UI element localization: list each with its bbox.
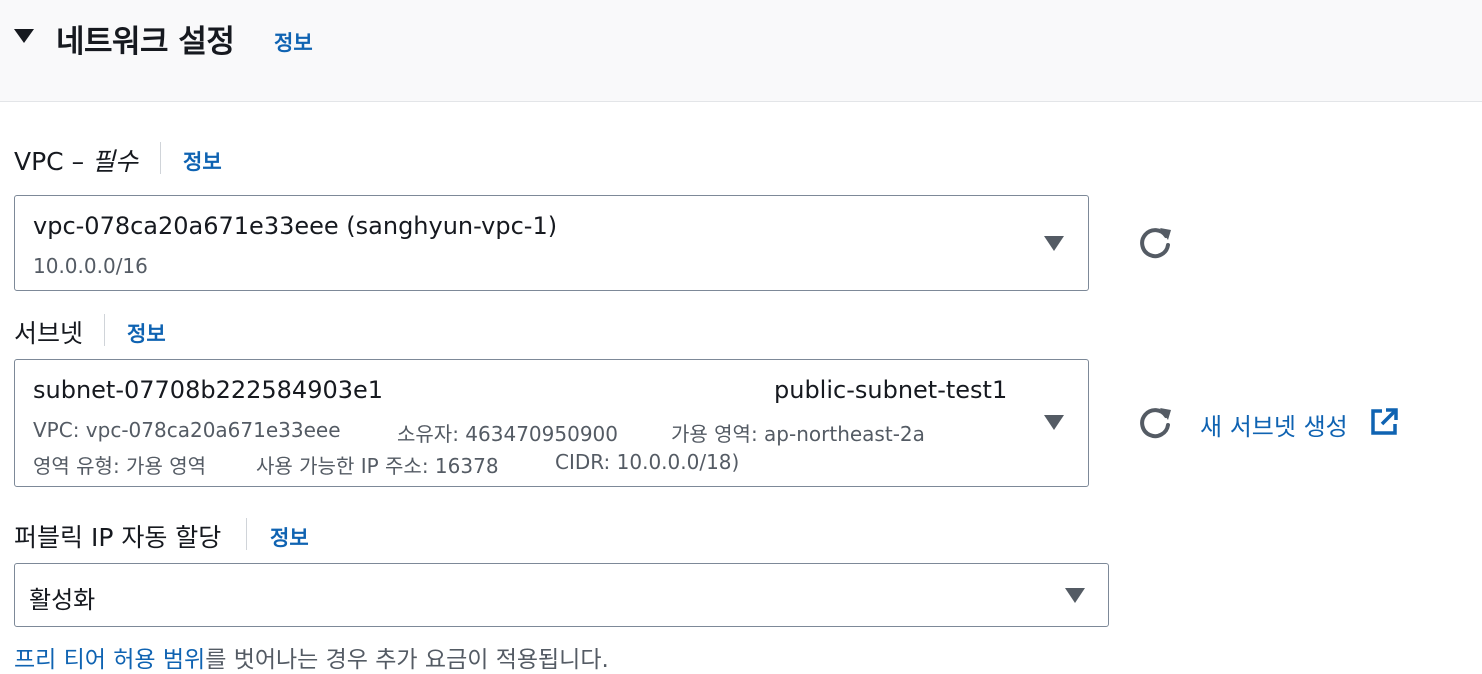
subnet-id: subnet-07708b222584903e1 — [33, 376, 384, 404]
subnet-ip-count: 사용 가능한 IP 주소: 16378 — [256, 454, 499, 478]
free-tier-text: 를 벗어나는 경우 추가 요금이 적용됩니다. — [205, 647, 609, 673]
divider — [104, 314, 105, 346]
free-tier-link[interactable]: 프리 티어 허용 범위 — [14, 647, 205, 673]
subnet-owner: 소유자: 463470950900 — [397, 422, 618, 446]
free-tier-note: 프리 티어 허용 범위를 벗어나는 경우 추가 요금이 적용됩니다. — [14, 640, 609, 674]
triangle-down-icon — [1044, 236, 1064, 251]
subnet-select[interactable]: subnet-07708b222584903e1 public-subnet-t… — [14, 359, 1089, 487]
public-ip-value: 활성화 — [29, 586, 96, 614]
vpc-select[interactable]: vpc-078ca20a671e33eee (sanghyun-vpc-1) 1… — [14, 195, 1089, 291]
public-ip-select[interactable]: 활성화 — [14, 563, 1109, 627]
vpc-required: 필수 — [92, 147, 139, 176]
external-link-icon[interactable] — [1369, 407, 1399, 437]
subnet-vpc: VPC: vpc-078ca20a671e33eee — [33, 418, 341, 442]
vpc-info-link[interactable]: 정보 — [183, 146, 222, 176]
triangle-down-icon — [1065, 588, 1085, 603]
subnet-name: public-subnet-test1 — [774, 376, 1008, 404]
public-ip-info-link[interactable]: 정보 — [270, 522, 309, 552]
divider — [246, 518, 247, 550]
section-title: 네트워크 설정 — [56, 24, 235, 60]
divider — [160, 142, 161, 174]
subnet-az: 가용 영역: ap-northeast-2a — [671, 422, 925, 446]
subnet-info-link[interactable]: 정보 — [127, 318, 166, 348]
caret-down-icon[interactable] — [14, 29, 34, 43]
vpc-cidr: 10.0.0.0/16 — [33, 254, 148, 278]
section-info-link[interactable]: 정보 — [274, 27, 313, 57]
subnet-cidr: CIDR: 10.0.0.0/18) — [555, 450, 740, 474]
subnet-label: 서브넷 — [14, 319, 84, 348]
section-header: 네트워크 설정 정보 — [0, 0, 1482, 102]
vpc-label-text: VPC – — [14, 147, 93, 176]
public-ip-label: 퍼블릭 IP 자동 할당 — [14, 523, 222, 552]
vpc-select-value: vpc-078ca20a671e33eee (sanghyun-vpc-1) — [33, 212, 558, 240]
subnet-zone-type: 영역 유형: 가용 영역 — [33, 454, 207, 478]
refresh-icon[interactable] — [1136, 404, 1174, 442]
refresh-icon[interactable] — [1136, 224, 1174, 262]
vpc-label: VPC – 필수 — [14, 142, 138, 178]
triangle-down-icon — [1044, 415, 1064, 430]
create-subnet-link[interactable]: 새 서브넷 생성 — [1200, 407, 1348, 442]
